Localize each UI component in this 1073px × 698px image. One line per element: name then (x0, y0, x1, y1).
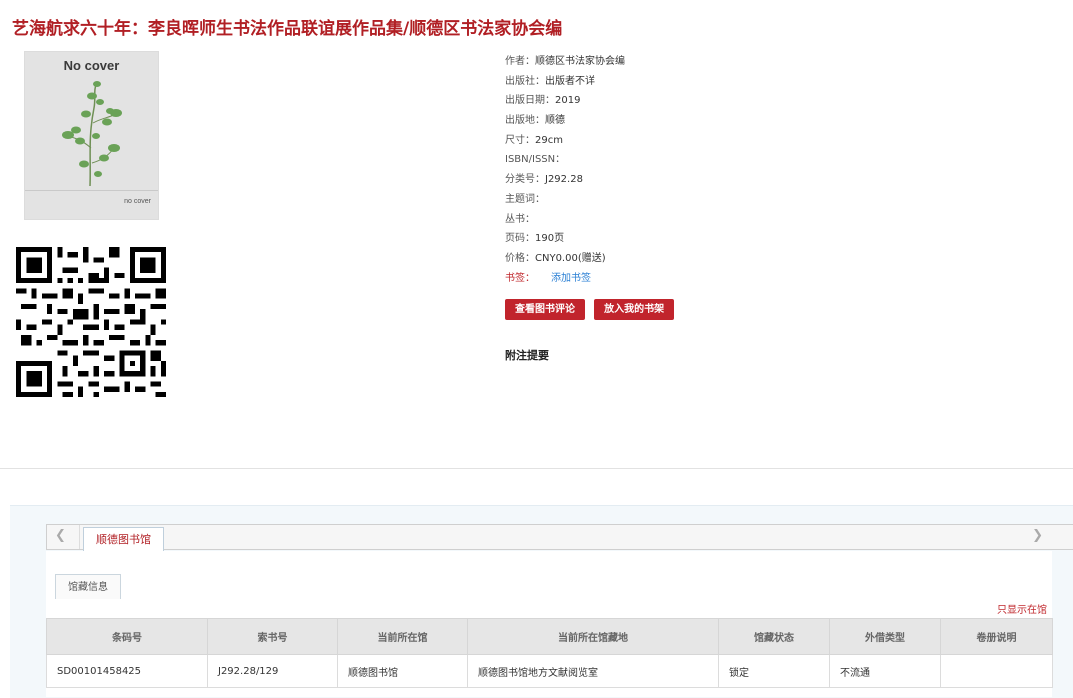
meta-size: 尺寸：29cm (505, 134, 563, 146)
meta-author: 作者：顺德区书法家协会编 (505, 56, 625, 67)
cell-loan-type: 不流通 (829, 654, 941, 688)
meta-isbn: ISBN/ISSN： (505, 154, 566, 166)
meta-subject: 主题词： (505, 193, 545, 205)
view-reviews-button[interactable]: 查看图书评论 (505, 299, 585, 320)
add-bookmark-link[interactable]: 添加书签 (551, 273, 591, 284)
col-call-number: 索书号 (207, 618, 338, 655)
chevron-left-icon[interactable]: ❮ (55, 528, 66, 543)
cell-status: 锁定 (718, 654, 830, 688)
meta-publisher: 出版社：出版者不详 (505, 75, 595, 87)
book-metadata: 作者：顺德区书法家协会编 出版社：出版者不详 出版日期：2019 出版地：顺德 … (505, 52, 625, 288)
col-current-library: 当前所在馆 (337, 618, 468, 655)
col-current-location: 当前所在馆藏地 (467, 618, 719, 655)
meta-classification: 分类号：J292.28 (505, 174, 583, 186)
table-row: SD00101458425 J292.28/129 顺德图书馆 顺德图书馆地方文… (46, 654, 1053, 688)
cell-barcode: SD00101458425 (46, 654, 208, 688)
meta-pub-date: 出版日期：2019 (505, 95, 581, 107)
cover-top-text: No cover (63, 58, 120, 73)
meta-bookmark: 书签： 添加书签 (505, 272, 591, 284)
meta-pages: 页码：190页 (505, 233, 565, 245)
table-header-row: 条码号 索书号 当前所在馆 当前所在馆藏地 馆藏状态 外借类型 卷册说明 (46, 618, 1053, 655)
col-loan-type: 外借类型 (829, 618, 941, 655)
cell-current-library: 顺德图书馆 (337, 654, 468, 688)
only-available-toggle[interactable]: 只显示在馆 (997, 601, 1047, 616)
action-buttons: 查看图书评论 放入我的书架 (505, 297, 678, 320)
book-title: 艺海航求六十年：李良晖师生书法作品联谊展作品集/顺德区书法家协会编 (12, 19, 563, 39)
notes-heading: 附注提要 (505, 349, 549, 362)
chevron-right-icon[interactable]: ❯ (1032, 528, 1043, 543)
cover-bottom-text: no cover (124, 198, 151, 205)
meta-series: 丛书： (505, 213, 535, 225)
cell-current-location: 顺德图书馆地方文献阅览室 (467, 654, 719, 688)
plant-illustration (62, 81, 122, 187)
library-tab-bar: ❮ ❯ (46, 524, 1073, 550)
col-barcode: 条码号 (46, 618, 208, 655)
add-to-shelf-button[interactable]: 放入我的书架 (594, 299, 675, 320)
tab-holdings-info[interactable]: 馆藏信息 (55, 574, 121, 599)
section-divider (0, 468, 1073, 469)
cell-volume-note (940, 654, 1053, 688)
qr-code (16, 247, 166, 397)
book-cover: No cover no cover (24, 51, 159, 220)
cover-divider (25, 190, 158, 191)
cell-call-number: J292.28/129 (207, 654, 338, 688)
holdings-table: 条码号 索书号 当前所在馆 当前所在馆藏地 馆藏状态 外借类型 卷册说明 SD0… (46, 618, 1053, 688)
col-volume-note: 卷册说明 (940, 618, 1053, 655)
meta-price: 价格：CNY0.00(赠送) (505, 252, 606, 264)
tab-shunde-library[interactable]: 顺德图书馆 (83, 527, 164, 551)
tab-bar-separator (79, 525, 80, 549)
meta-pub-place: 出版地：顺德 (505, 115, 565, 127)
col-status: 馆藏状态 (718, 618, 830, 655)
